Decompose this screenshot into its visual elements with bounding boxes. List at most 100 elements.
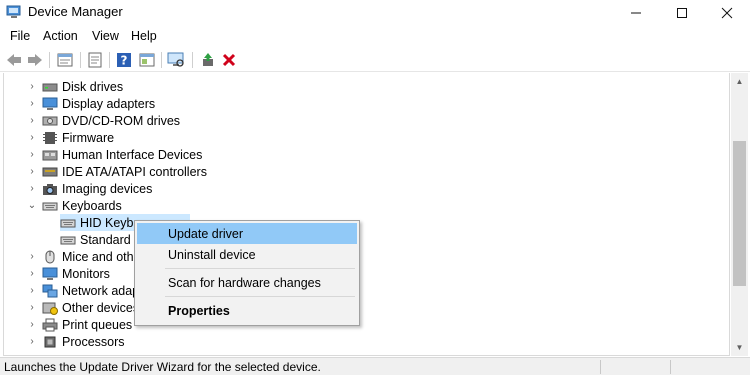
scroll-up-button[interactable]: ▲ [731, 73, 748, 90]
chevron-right-icon[interactable]: › [26, 98, 38, 109]
view-button[interactable] [138, 51, 156, 69]
forward-icon [28, 54, 42, 66]
menu-action[interactable]: Action [43, 29, 78, 43]
chevron-right-icon[interactable]: › [26, 115, 38, 126]
tree-node-standard-keyboard[interactable]: Standard P [60, 231, 143, 248]
menu-separator [165, 296, 355, 297]
toolbar-separator [109, 52, 110, 68]
display-adapter-icon [42, 97, 58, 110]
menu-file[interactable]: File [10, 29, 30, 43]
update-driver-button[interactable] [199, 51, 217, 69]
printer-icon [42, 318, 58, 331]
tree-node-keyboards[interactable]: ⌄ Keyboards [26, 197, 122, 214]
processor-icon [44, 336, 56, 347]
dvd-drive-icon [42, 116, 58, 125]
mouse-icon [45, 250, 55, 263]
vertical-scrollbar[interactable]: ▲ ▼ [731, 73, 748, 356]
title-bar: Device Manager [0, 0, 750, 26]
tree-node-network-adapters[interactable]: › Network adapt [26, 282, 142, 299]
uninstall-icon [222, 53, 236, 67]
scroll-thumb[interactable] [733, 141, 746, 286]
scroll-down-icon: ▼ [735, 343, 744, 352]
chevron-right-icon[interactable]: › [26, 251, 38, 262]
tree-node-other-devices[interactable]: › Other devices [26, 299, 139, 316]
menu-help[interactable]: Help [131, 29, 157, 43]
device-manager-icon [6, 5, 21, 18]
menu-separator [165, 268, 355, 269]
tree-node-disk-drives[interactable]: › Disk drives [26, 78, 123, 95]
status-bar: Launches the Update Driver Wizard for th… [0, 357, 750, 375]
chevron-right-icon[interactable]: › [26, 149, 38, 160]
chevron-right-icon[interactable]: › [26, 285, 38, 296]
ide-controller-icon [42, 167, 58, 176]
minimize-icon [631, 12, 641, 14]
update-driver-icon [203, 53, 213, 66]
keyboard-icon [60, 236, 76, 244]
svg-text:?: ? [121, 54, 128, 68]
tree-node-print-queues[interactable]: › Print queues [26, 316, 132, 333]
uninstall-button[interactable] [220, 51, 238, 69]
monitor-icon [42, 267, 58, 280]
help-icon: ? [117, 53, 131, 68]
back-button[interactable] [5, 51, 23, 69]
tree-node-mice[interactable]: › Mice and othe [26, 248, 140, 265]
maximize-icon [677, 8, 687, 18]
chevron-right-icon[interactable]: › [26, 302, 38, 313]
keyboard-icon [42, 202, 58, 210]
status-text: Launches the Update Driver Wizard for th… [4, 360, 321, 374]
menu-item-uninstall-device[interactable]: Uninstall device [137, 244, 357, 265]
chevron-right-icon[interactable]: › [26, 81, 38, 92]
menu-item-scan-hardware[interactable]: Scan for hardware changes [137, 272, 357, 293]
device-tree[interactable]: › Disk drives › Display adapters › DVD/C… [3, 73, 730, 356]
camera-icon [43, 183, 57, 195]
toolbar-separator [80, 52, 81, 68]
help-button[interactable]: ? [115, 51, 133, 69]
window-title: Device Manager [28, 4, 123, 19]
maximize-button[interactable] [659, 0, 705, 26]
tree-node-human-interface-devices[interactable]: › Human Interface Devices [26, 146, 202, 163]
tree-node-imaging-devices[interactable]: › Imaging devices [26, 180, 152, 197]
menu-view[interactable]: View [92, 29, 119, 43]
hid-icon [42, 150, 58, 160]
chevron-right-icon[interactable]: › [26, 268, 38, 279]
chevron-right-icon[interactable]: › [26, 132, 38, 143]
chevron-right-icon[interactable]: › [26, 319, 38, 330]
tree-node-monitors[interactable]: › Monitors [26, 265, 110, 282]
firmware-icon [43, 131, 57, 144]
tree-node-ide-controllers[interactable]: › IDE ATA/ATAPI controllers [26, 163, 207, 180]
other-devices-icon [42, 302, 58, 315]
toolbar-separator [192, 52, 193, 68]
close-button[interactable] [704, 0, 750, 26]
scan-hardware-icon [167, 52, 184, 67]
chevron-right-icon[interactable]: › [26, 183, 38, 194]
minimize-button[interactable] [613, 0, 659, 26]
toolbar-separator [49, 52, 50, 68]
chevron-down-icon[interactable]: ⌄ [26, 200, 38, 211]
chevron-right-icon[interactable]: › [26, 336, 38, 347]
tree-node-display-adapters[interactable]: › Display adapters [26, 95, 155, 112]
context-menu: Update driver Uninstall device Scan for … [134, 220, 360, 326]
scan-hardware-button[interactable] [167, 51, 185, 69]
tree-node-firmware[interactable]: › Firmware [26, 129, 114, 146]
scroll-down-button[interactable]: ▼ [731, 339, 748, 356]
properties-icon [57, 53, 73, 67]
show-hidden-button[interactable] [86, 51, 104, 69]
tree-node-processors[interactable]: › Processors [26, 333, 124, 350]
menu-item-update-driver[interactable]: Update driver [137, 223, 357, 244]
status-divider [600, 360, 601, 374]
menu-bar: File Action View Help [0, 26, 750, 48]
disk-drive-icon [42, 83, 58, 91]
chevron-right-icon[interactable]: › [26, 166, 38, 177]
properties-button[interactable] [56, 51, 74, 69]
tree-node-dvd-drives[interactable]: › DVD/CD-ROM drives [26, 112, 180, 129]
toolbar: ? [0, 48, 750, 72]
toolbar-separator [161, 52, 162, 68]
show-hidden-icon [88, 52, 102, 68]
view-icon [139, 53, 155, 67]
forward-button[interactable] [26, 51, 44, 69]
close-icon [721, 7, 733, 19]
status-divider [670, 360, 671, 374]
menu-item-properties[interactable]: Properties [137, 300, 357, 321]
keyboard-icon [60, 219, 76, 227]
network-icon [42, 284, 58, 297]
